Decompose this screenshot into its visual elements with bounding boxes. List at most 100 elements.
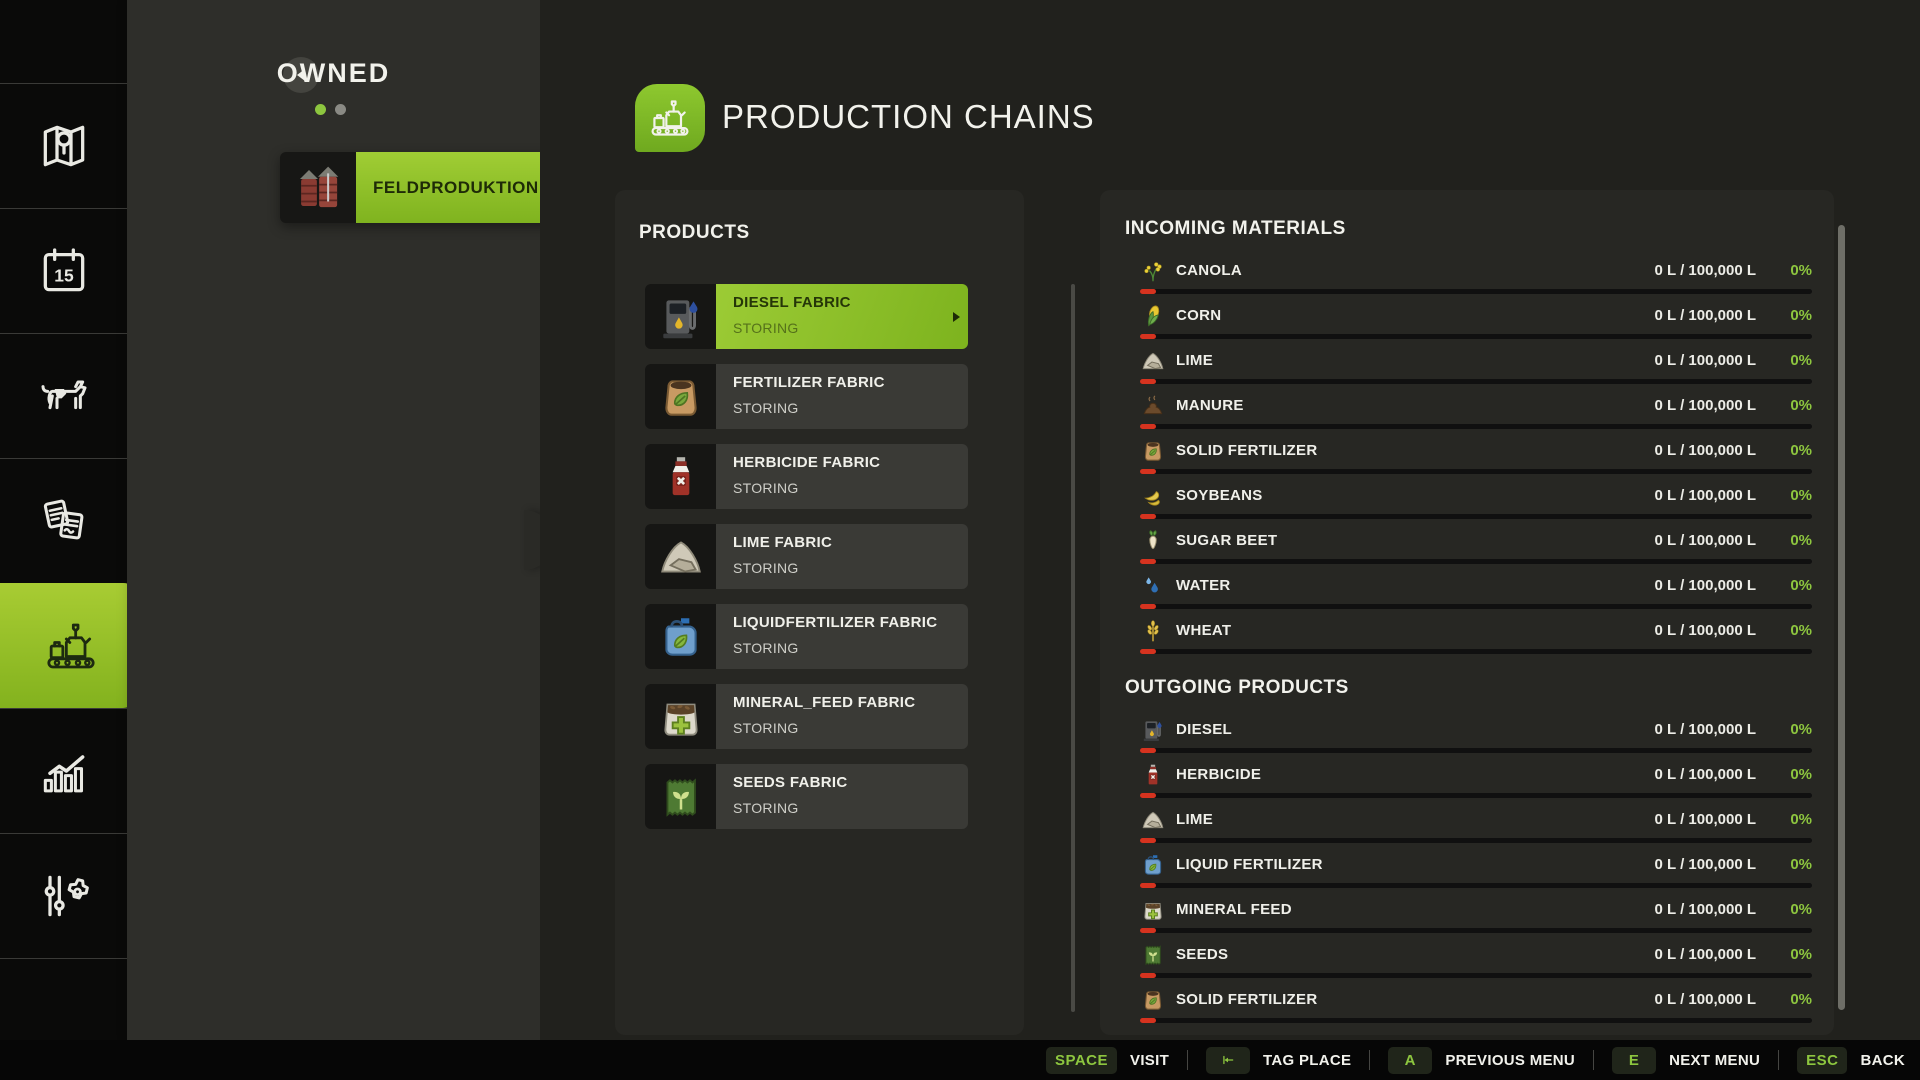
- material-row-corn: CORN0 L / 100,000 L0%: [1140, 303, 1812, 343]
- fill-level-bar-fill: [1140, 973, 1156, 978]
- hotkey-divider: [1778, 1050, 1779, 1070]
- sidebar-item-map[interactable]: [0, 83, 127, 208]
- product-status: STORING: [733, 720, 968, 736]
- canola-icon: [1140, 258, 1166, 284]
- fill-level-bar: [1140, 424, 1812, 429]
- product-status: STORING: [733, 480, 968, 496]
- soybeans-icon: [1140, 483, 1166, 509]
- product-row-herbicide[interactable]: HERBICIDE FABRICSTORING: [645, 444, 968, 509]
- hotkey-back[interactable]: ESCBACK: [1797, 1047, 1905, 1074]
- material-percent: 0%: [1790, 532, 1812, 549]
- sidebar-item-contracts[interactable]: [0, 458, 127, 583]
- sidebar-item-animals[interactable]: [0, 333, 127, 458]
- product-name: LIME FABRIC: [733, 534, 968, 551]
- material-percent: 0%: [1790, 856, 1812, 873]
- diesel-icon: [645, 284, 716, 349]
- lime-icon: [1140, 807, 1166, 833]
- sidebar-divider: [0, 958, 127, 959]
- product-row-seeds[interactable]: SEEDS FABRICSTORING: [645, 764, 968, 829]
- fill-level-bar-fill: [1140, 559, 1156, 564]
- material-row-seeds: SEEDS0 L / 100,000 L0%: [1140, 942, 1812, 982]
- fill-level-bar-fill: [1140, 649, 1156, 654]
- seeds-icon: [1140, 942, 1166, 968]
- sidebar: 15: [0, 0, 127, 1040]
- product-row-body: DIESEL FABRICSTORING: [716, 284, 968, 349]
- product-row-body: MINERAL_FEED FABRICSTORING: [716, 684, 968, 749]
- sidebar-item-controls-gear[interactable]: [0, 833, 127, 958]
- sidebar-item-production-chain[interactable]: [0, 583, 141, 708]
- fill-level-bar-fill: [1140, 883, 1156, 888]
- sidebar-item-calendar[interactable]: 15: [0, 208, 127, 333]
- sidebar-item-statistics[interactable]: [0, 708, 127, 833]
- material-amount: 0 L / 100,000 L: [1655, 397, 1756, 414]
- material-amount: 0 L / 100,000 L: [1655, 766, 1756, 783]
- fill-level-bar-fill: [1140, 379, 1156, 384]
- hotkey-tag-place[interactable]: TAG PLACE: [1206, 1047, 1351, 1074]
- material-name: LIQUID FERTILIZER: [1176, 856, 1323, 873]
- products-title: PRODUCTS: [639, 222, 750, 244]
- mineral-feed-icon: [645, 684, 716, 749]
- product-name: LIQUIDFERTILIZER FABRIC: [733, 614, 968, 631]
- material-row-wheat: WHEAT0 L / 100,000 L0%: [1140, 618, 1812, 658]
- material-name: SUGAR BEET: [1176, 532, 1277, 549]
- product-row-diesel[interactable]: DIESEL FABRICSTORING: [645, 284, 968, 349]
- product-row-body: FERTILIZER FABRICSTORING: [716, 364, 968, 429]
- material-row-diesel: DIESEL0 L / 100,000 L0%: [1140, 717, 1812, 757]
- material-row-canola: CANOLA0 L / 100,000 L0%: [1140, 258, 1812, 298]
- hotkey-visit[interactable]: SPACEVISIT: [1046, 1047, 1169, 1074]
- material-amount: 0 L / 100,000 L: [1655, 487, 1756, 504]
- fill-level-bar-fill: [1140, 838, 1156, 843]
- material-row-herbicide: HERBICIDE0 L / 100,000 L0%: [1140, 762, 1812, 802]
- product-name: DIESEL FABRIC: [733, 294, 968, 311]
- owned-item-label: FELDPRODUKTION: [356, 178, 539, 198]
- product-row-lime[interactable]: LIME FABRIC STORING: [645, 524, 968, 589]
- product-row-mineral-feed[interactable]: MINERAL_FEED FABRICSTORING: [645, 684, 968, 749]
- hotkey-divider: [1593, 1050, 1594, 1070]
- material-name: SOLID FERTILIZER: [1176, 442, 1317, 459]
- hotkey-label: BACK: [1860, 1052, 1905, 1069]
- material-row-soybeans: SOYBEANS0 L / 100,000 L0%: [1140, 483, 1812, 523]
- material-row-solid-fertilizer: SOLID FERTILIZER0 L / 100,000 L0%: [1140, 987, 1812, 1027]
- products-panel: PRODUCTS DIESEL FABRICSTORINGFERTILIZER …: [615, 190, 1024, 1035]
- material-percent: 0%: [1790, 577, 1812, 594]
- products-scrollbar[interactable]: [1071, 284, 1075, 1012]
- hotkey-label: PREVIOUS MENU: [1445, 1052, 1575, 1069]
- fill-level-bar: [1140, 928, 1812, 933]
- product-row-body: SEEDS FABRICSTORING: [716, 764, 968, 829]
- product-row-body: LIQUIDFERTILIZER FABRICSTORING: [716, 604, 968, 669]
- fill-level-bar-fill: [1140, 1018, 1156, 1023]
- material-row-sugar-beet: SUGAR BEET0 L / 100,000 L0%: [1140, 528, 1812, 568]
- material-percent: 0%: [1790, 262, 1812, 279]
- fill-level-bar: [1140, 379, 1812, 384]
- product-row-liquid-fertilizer[interactable]: LIQUIDFERTILIZER FABRICSTORING: [645, 604, 968, 669]
- fill-level-bar: [1140, 649, 1812, 654]
- hotkey-previous-menu[interactable]: APREVIOUS MENU: [1388, 1047, 1575, 1074]
- material-name: LIME: [1176, 352, 1213, 369]
- hotkey-label: NEXT MENU: [1669, 1052, 1760, 1069]
- hotkey-next-menu[interactable]: ENEXT MENU: [1612, 1047, 1760, 1074]
- product-status: STORING: [733, 560, 968, 576]
- material-name: DIESEL: [1176, 721, 1232, 738]
- diesel-icon: [1140, 717, 1166, 743]
- material-percent: 0%: [1790, 901, 1812, 918]
- material-percent: 0%: [1790, 946, 1812, 963]
- material-amount: 0 L / 100,000 L: [1655, 721, 1756, 738]
- product-row-solid-fertilizer[interactable]: FERTILIZER FABRICSTORING: [645, 364, 968, 429]
- materials-panel: INCOMING MATERIALS CANOLA0 L / 100,000 L…: [1100, 190, 1834, 1035]
- material-name: MANURE: [1176, 397, 1244, 414]
- mineral-feed-icon: [1140, 897, 1166, 923]
- product-status: STORING: [733, 400, 968, 416]
- solid-fertilizer-icon: [1140, 438, 1166, 464]
- liquid-fertilizer-icon: [645, 604, 716, 669]
- material-name: SOLID FERTILIZER: [1176, 991, 1317, 1008]
- hotkey-label: TAG PLACE: [1263, 1052, 1351, 1069]
- material-amount: 0 L / 100,000 L: [1655, 901, 1756, 918]
- materials-scrollbar[interactable]: [1838, 225, 1845, 1010]
- hotkey-label: VISIT: [1130, 1052, 1169, 1069]
- material-percent: 0%: [1790, 442, 1812, 459]
- fill-level-bar-fill: [1140, 514, 1156, 519]
- liquid-fertilizer-icon: [1140, 852, 1166, 878]
- corn-icon: [1140, 303, 1166, 329]
- material-amount: 0 L / 100,000 L: [1655, 577, 1756, 594]
- material-name: SOYBEANS: [1176, 487, 1263, 504]
